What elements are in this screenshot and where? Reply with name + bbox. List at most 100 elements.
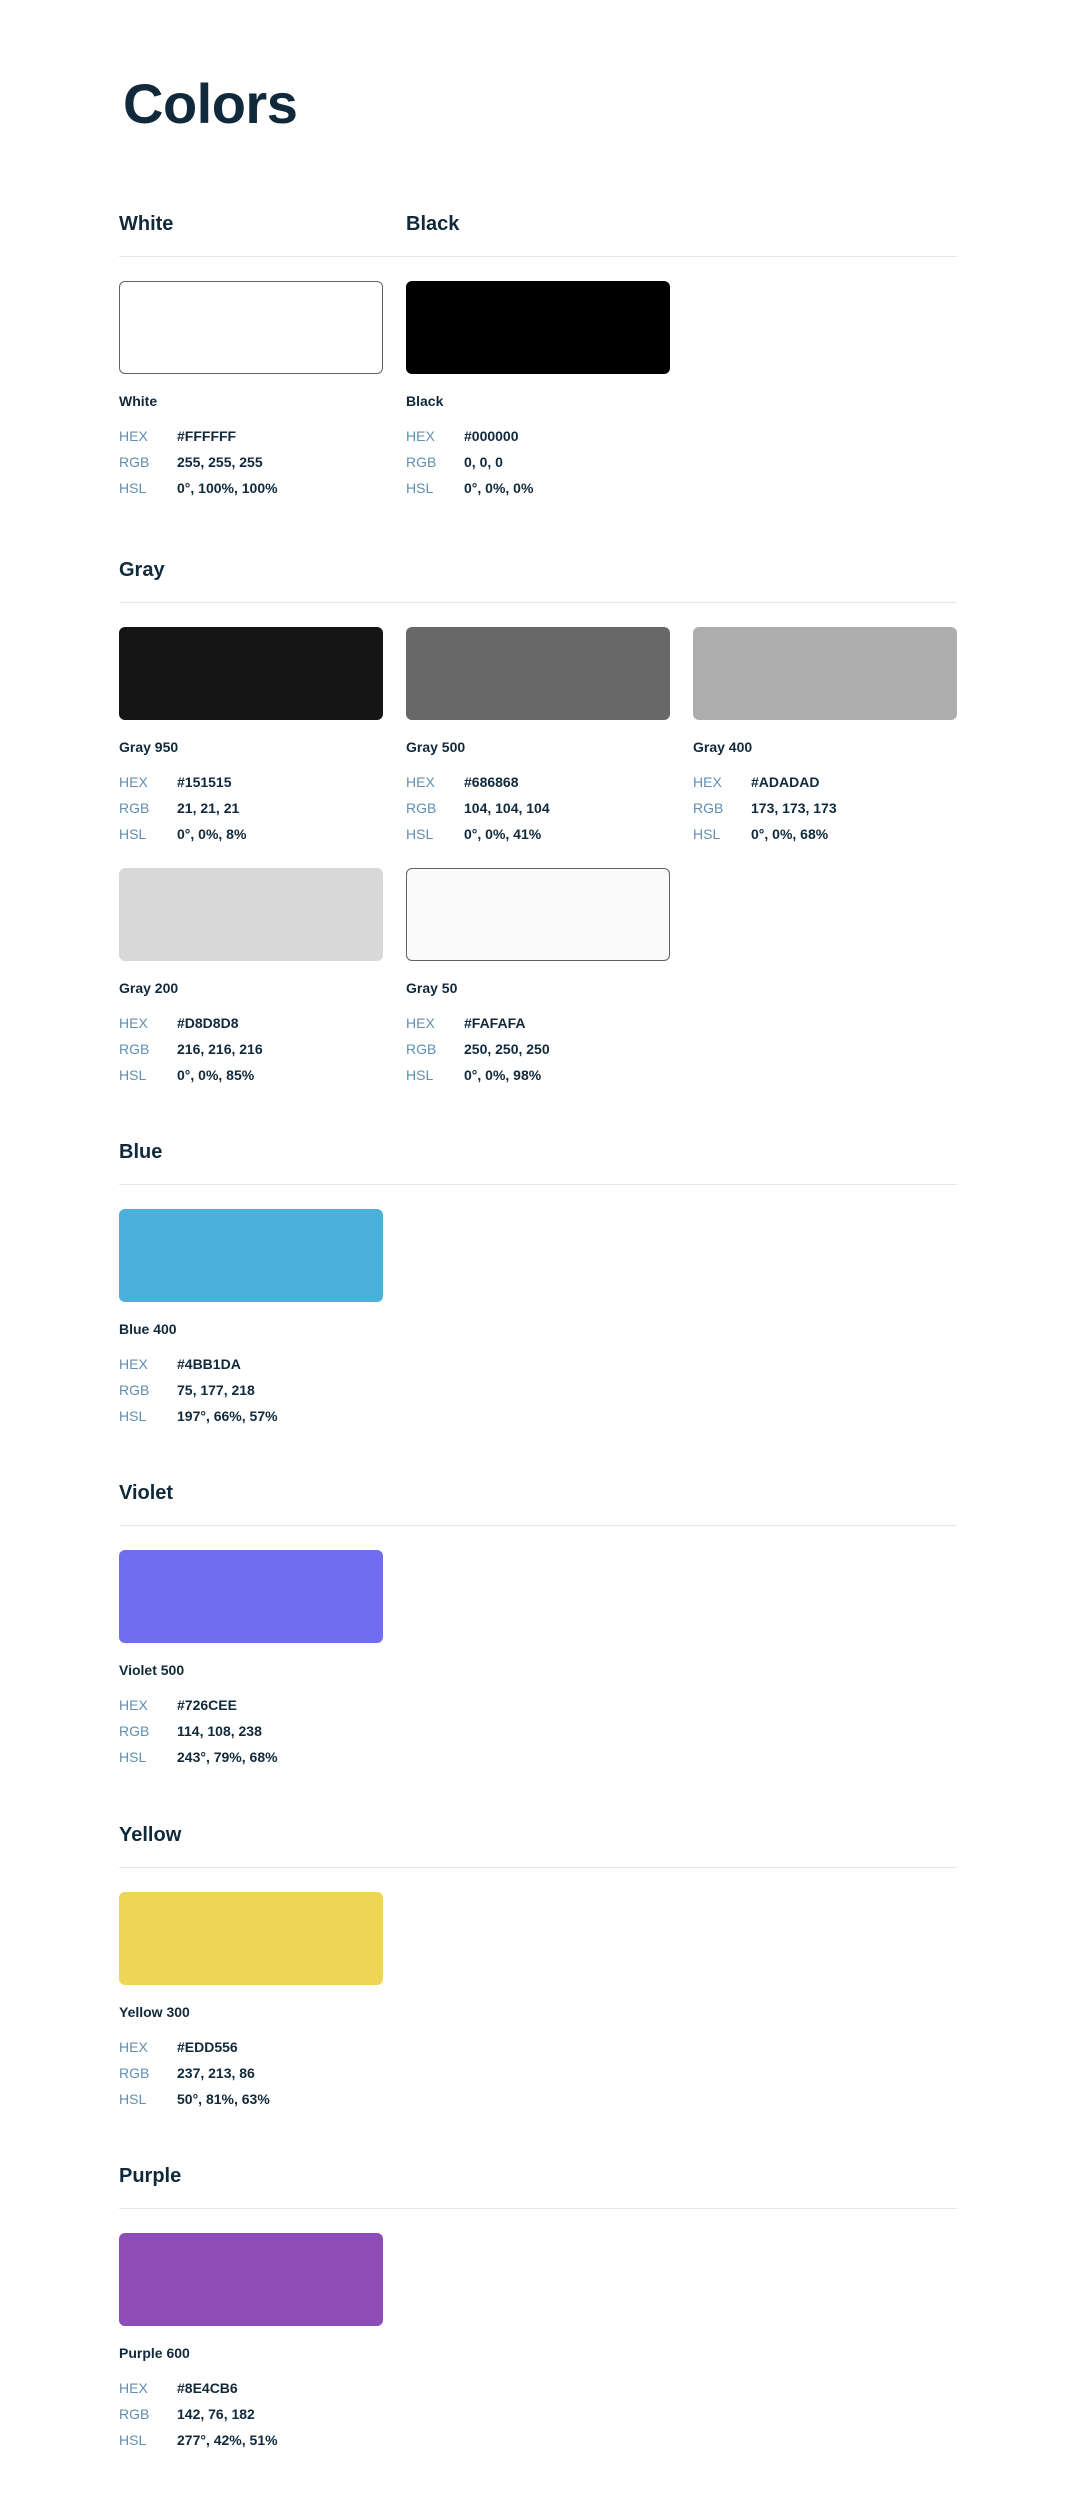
hex-label: HEX	[693, 774, 722, 790]
color-swatch-gray-200	[119, 868, 383, 961]
hsl-label: HSL	[119, 826, 147, 842]
section-header-gray: Gray	[119, 557, 957, 603]
rgb-row: RGB 114, 108, 238	[119, 1722, 383, 1740]
hex-label: HEX	[119, 428, 148, 444]
rgb-label: RGB	[119, 1041, 150, 1057]
hex-label: HEX	[406, 1015, 435, 1031]
hex-value: #151515	[177, 774, 232, 790]
hex-value: #ADADAD	[751, 774, 820, 790]
hex-value: #D8D8D8	[177, 1015, 239, 1031]
hsl-label: HSL	[406, 1067, 434, 1083]
hsl-row: HSL 197°, 66%, 57%	[119, 1407, 383, 1425]
hex-label: HEX	[119, 774, 148, 790]
hex-row: HEX #EDD556	[119, 2038, 383, 2056]
hsl-row: HSL 0°, 100%, 100%	[119, 479, 383, 497]
section-title-blue: Blue	[119, 1141, 163, 1163]
color-name: Gray 400	[693, 739, 753, 755]
hsl-label: HSL	[119, 480, 147, 496]
hsl-label: HSL	[119, 1408, 147, 1424]
rgb-label: RGB	[119, 1723, 150, 1739]
section-header-blue: Blue	[119, 1139, 957, 1185]
hsl-value: 243°, 79%, 68%	[177, 1749, 278, 1765]
color-name: Gray 50	[406, 980, 458, 996]
hsl-row: HSL 0°, 0%, 68%	[693, 825, 957, 843]
section-divider	[119, 1867, 957, 1868]
hex-row: HEX #726CEE	[119, 1696, 383, 1714]
color-name: Gray 200	[119, 980, 179, 996]
color-name: Gray 500	[406, 739, 466, 755]
color-swatch-black	[406, 281, 670, 374]
color-swatch-gray-950	[119, 627, 383, 720]
hex-row: HEX #8E4CB6	[119, 2379, 383, 2397]
rgb-label: RGB	[693, 800, 724, 816]
hex-row: HEX #FFFFFF	[119, 427, 383, 445]
rgb-value: 75, 177, 218	[177, 1382, 255, 1398]
rgb-label: RGB	[119, 1382, 150, 1398]
hex-value: #4BB1DA	[177, 1356, 241, 1372]
section-header-white-black: White Black	[119, 211, 957, 257]
rgb-row: RGB 0, 0, 0	[406, 453, 670, 471]
rgb-value: 255, 255, 255	[177, 454, 263, 470]
rgb-value: 216, 216, 216	[177, 1041, 263, 1057]
hex-row: HEX #FAFAFA	[406, 1014, 670, 1032]
hsl-row: HSL 0°, 0%, 8%	[119, 825, 383, 843]
hsl-value: 0°, 0%, 68%	[751, 826, 829, 842]
hsl-value: 0°, 0%, 98%	[464, 1067, 542, 1083]
hsl-row: HSL 0°, 0%, 85%	[119, 1066, 383, 1084]
hsl-value: 0°, 0%, 0%	[464, 480, 534, 496]
rgb-value: 173, 173, 173	[751, 800, 837, 816]
hex-label: HEX	[406, 428, 435, 444]
section-title-white: White	[119, 213, 174, 235]
section-title-yellow: Yellow	[119, 1824, 182, 1846]
color-palette-page: Colors White Black White HEX #FFFFFF RGB…	[0, 0, 1080, 2515]
rgb-label: RGB	[119, 454, 150, 470]
section-header-yellow: Yellow	[119, 1822, 957, 1868]
section-title-black: Black	[406, 213, 460, 235]
rgb-label: RGB	[406, 1041, 437, 1057]
rgb-value: 114, 108, 238	[177, 1723, 262, 1739]
hsl-label: HSL	[406, 826, 434, 842]
hex-label: HEX	[119, 1015, 148, 1031]
hex-row: HEX #000000	[406, 427, 670, 445]
color-name: Violet 500	[119, 1662, 185, 1678]
hex-row: HEX #4BB1DA	[119, 1355, 383, 1373]
hex-value: #EDD556	[177, 2039, 238, 2055]
rgb-row: RGB 142, 76, 182	[119, 2405, 383, 2423]
color-name: Purple 600	[119, 2345, 190, 2361]
section-divider	[119, 1525, 957, 1526]
hsl-label: HSL	[119, 1749, 147, 1765]
section-divider	[119, 2208, 957, 2209]
hsl-label: HSL	[119, 1067, 147, 1083]
color-name: Black	[406, 393, 444, 409]
hsl-row: HSL 277°, 42%, 51%	[119, 2431, 383, 2449]
rgb-value: 0, 0, 0	[464, 454, 503, 470]
hex-row: HEX #686868	[406, 773, 670, 791]
hex-row: HEX #ADADAD	[693, 773, 957, 791]
hsl-row: HSL 0°, 0%, 0%	[406, 479, 670, 497]
color-swatch-gray-50	[406, 868, 670, 961]
rgb-value: 104, 104, 104	[464, 800, 550, 816]
hex-label: HEX	[119, 2039, 148, 2055]
rgb-label: RGB	[119, 800, 150, 816]
section-header-violet: Violet	[119, 1480, 957, 1526]
color-swatch-blue-400	[119, 1209, 383, 1302]
color-swatch-purple-600	[119, 2233, 383, 2326]
section-divider	[119, 602, 957, 603]
hsl-label: HSL	[693, 826, 721, 842]
section-title-purple: Purple	[119, 2165, 182, 2187]
hex-row: HEX #D8D8D8	[119, 1014, 383, 1032]
hsl-row: HSL 0°, 0%, 98%	[406, 1066, 670, 1084]
hsl-value: 50°, 81%, 63%	[177, 2091, 270, 2107]
hsl-value: 277°, 42%, 51%	[177, 2432, 278, 2448]
page-title: Colors	[123, 72, 298, 135]
color-name: Yellow 300	[119, 2004, 190, 2020]
section-title-violet: Violet	[119, 1482, 174, 1504]
hex-value: #FAFAFA	[464, 1015, 526, 1031]
color-swatch-white	[119, 281, 383, 374]
hex-value: #FFFFFF	[177, 428, 237, 444]
rgb-label: RGB	[119, 2065, 150, 2081]
color-swatch-gray-400	[693, 627, 957, 720]
section-divider	[119, 1184, 957, 1185]
hsl-label: HSL	[119, 2091, 147, 2107]
color-swatch-violet-500	[119, 1550, 383, 1643]
